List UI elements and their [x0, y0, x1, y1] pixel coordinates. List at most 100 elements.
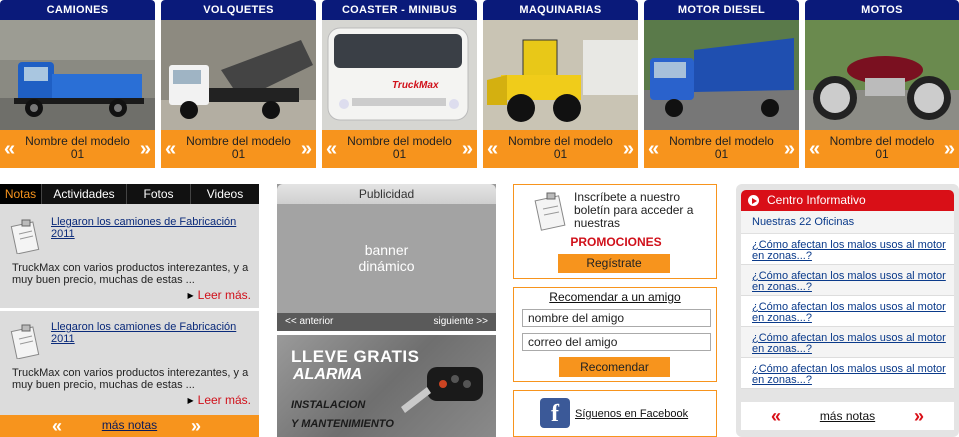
news-body: TruckMax con varios productos interezant…: [12, 262, 249, 286]
recommend-button[interactable]: Recomendar: [559, 357, 670, 377]
document-icon: [10, 219, 40, 254]
info-center-title: Centro Informativo: [767, 193, 866, 207]
facebook-box: f Síguenos en Facebook: [513, 390, 717, 437]
product-model-bar: « Nombre del modelo 01 »: [644, 130, 799, 168]
prev-arrow-icon[interactable]: «: [4, 139, 15, 159]
product-card-coaster[interactable]: COASTER - MINIBUS TruckMax « Nombre del …: [322, 0, 477, 170]
product-title[interactable]: MAQUINARIAS: [483, 0, 638, 20]
prev-arrow-icon[interactable]: «: [165, 139, 176, 159]
product-title[interactable]: COASTER - MINIBUS: [322, 0, 477, 20]
info-item-link[interactable]: ¿Cómo afectan los malos usos al motor en…: [741, 327, 954, 358]
offices-link[interactable]: Nuestras 22 Oficinas: [741, 211, 954, 234]
read-more-link[interactable]: Leer más.: [187, 393, 251, 407]
truckmax-logo: TruckMax: [392, 80, 439, 91]
product-model-label: Nombre del modelo 01: [669, 134, 774, 161]
product-model-label: Nombre del modelo 01: [508, 134, 613, 161]
product-model-label: Nombre del modelo 01: [829, 134, 935, 161]
info-center-header: Centro Informativo: [741, 190, 954, 211]
news-title-link[interactable]: Llegaron los camiones de Fabricación 201…: [51, 216, 251, 240]
prev-arrow-icon[interactable]: «: [771, 402, 781, 430]
product-card-motos[interactable]: MOTOS « Nombre del modelo 01 »: [805, 0, 959, 170]
document-icon: [10, 324, 40, 359]
product-model-bar: « Nombre del modelo 01 »: [322, 130, 477, 168]
tab-videos[interactable]: Videos: [191, 184, 259, 204]
motorcycle-image[interactable]: [805, 20, 959, 130]
product-model-bar: « Nombre del modelo 01 »: [161, 130, 316, 168]
info-item-link[interactable]: ¿Cómo afectan los malos usos al motor en…: [741, 296, 954, 327]
next-arrow-icon[interactable]: »: [462, 139, 473, 159]
news-body: TruckMax con varios productos interezant…: [12, 367, 249, 391]
ad-title: Publicidad: [277, 184, 496, 204]
product-model-bar: « Nombre del modelo 01 »: [805, 130, 959, 168]
ad-banner[interactable]: banner dinámico: [277, 204, 496, 313]
info-item-link[interactable]: ¿Cómo afectan los malos usos al motor en…: [741, 265, 954, 296]
news-title-link[interactable]: Llegaron los camiones de Fabricación 201…: [51, 321, 251, 345]
news-panel: Notas Actividades Fotos Videos Llegaron …: [0, 184, 259, 437]
alarm-promo-banner[interactable]: LLEVE GRATIS ALARMA INSTALACION Y MANTEN…: [277, 335, 496, 437]
prev-arrow-icon[interactable]: «: [52, 415, 62, 437]
ad-nav: << anterior siguiente >>: [277, 313, 496, 331]
minibus-image[interactable]: TruckMax: [322, 20, 477, 130]
more-news-link[interactable]: más notas: [102, 418, 157, 432]
next-arrow-icon[interactable]: »: [784, 139, 795, 159]
tab-notas[interactable]: Notas: [0, 184, 42, 204]
blue-truck-image[interactable]: [644, 20, 799, 130]
facebook-link[interactable]: Síguenos en Facebook: [575, 408, 688, 420]
play-icon: [748, 195, 759, 206]
prev-arrow-icon[interactable]: «: [487, 139, 498, 159]
product-card-volquetes[interactable]: VOLQUETES « Nombre del modelo 01 »: [161, 0, 316, 170]
next-arrow-icon[interactable]: »: [914, 402, 924, 430]
info-item-link[interactable]: ¿Cómo afectan los malos usos al motor en…: [741, 358, 954, 389]
next-arrow-icon[interactable]: »: [623, 139, 634, 159]
more-news-bar: « más notas »: [0, 415, 259, 437]
dump-truck-image[interactable]: [161, 20, 316, 130]
product-card-camiones[interactable]: CAMIONES « Nombre del modelo 01 »: [0, 0, 155, 170]
prev-arrow-icon[interactable]: «: [809, 139, 820, 159]
newsletter-text: Inscríbete a nuestro boletín para accede…: [574, 190, 694, 230]
recommend-box: Recomendar a un amigo Recomendar: [513, 287, 717, 382]
ad-panel: Publicidad banner dinámico << anterior s…: [277, 184, 496, 331]
product-title[interactable]: MOTOR DIESEL: [644, 0, 799, 20]
product-card-maquinarias[interactable]: MAQUINARIAS « Nombre del modelo 01 »: [483, 0, 638, 170]
info-center-panel: Centro Informativo Nuestras 22 Oficinas …: [736, 184, 959, 437]
info-more-bar: « más notas »: [741, 402, 954, 430]
product-model-label: Nombre del modelo 01: [186, 134, 291, 161]
next-arrow-icon[interactable]: »: [140, 139, 151, 159]
info-item-link[interactable]: ¿Cómo afectan los malos usos al motor en…: [741, 234, 954, 265]
next-arrow-icon[interactable]: »: [944, 139, 955, 159]
friend-email-field[interactable]: [522, 333, 711, 351]
prev-ad-link[interactable]: << anterior: [285, 313, 333, 331]
product-card-motor-diesel[interactable]: MOTOR DIESEL « Nombre del modelo 01 »: [644, 0, 799, 170]
promo-label: PROMOCIONES: [570, 235, 662, 249]
read-more-link[interactable]: Leer más.: [187, 288, 251, 302]
document-icon: [534, 192, 566, 231]
news-item: Llegaron los camiones de Fabricación 201…: [0, 206, 259, 306]
tab-fotos[interactable]: Fotos: [127, 184, 191, 204]
info-center-list: Nuestras 22 Oficinas ¿Cómo afectan los m…: [741, 211, 954, 389]
news-tabs: Notas Actividades Fotos Videos: [0, 184, 259, 204]
next-ad-link[interactable]: siguiente >>: [434, 313, 489, 331]
friend-name-field[interactable]: [522, 309, 711, 327]
product-model-bar: « Nombre del modelo 01 »: [483, 130, 638, 168]
recommend-title: Recomendar a un amigo: [549, 290, 681, 304]
product-model-label: Nombre del modelo 01: [25, 134, 130, 161]
product-title[interactable]: VOLQUETES: [161, 0, 316, 20]
prev-arrow-icon[interactable]: «: [648, 139, 659, 159]
loader-image[interactable]: [483, 20, 638, 130]
product-model-bar: « Nombre del modelo 01 »: [0, 130, 155, 168]
product-title[interactable]: CAMIONES: [0, 0, 155, 20]
tab-actividades[interactable]: Actividades: [42, 184, 127, 204]
product-strip: CAMIONES « Nombre del modelo 01 » VOLQUE…: [0, 0, 959, 170]
banner-line-1: banner: [364, 242, 409, 258]
product-title[interactable]: MOTOS: [805, 0, 959, 20]
next-arrow-icon[interactable]: »: [191, 415, 201, 437]
next-arrow-icon[interactable]: »: [301, 139, 312, 159]
prev-arrow-icon[interactable]: «: [326, 139, 337, 159]
register-button[interactable]: Regístrate: [558, 254, 670, 273]
product-model-label: Nombre del modelo 01: [347, 134, 452, 161]
facebook-icon[interactable]: f: [540, 398, 570, 428]
promo-line-3: INSTALACION: [291, 399, 366, 411]
promo-line-2: ALARMA: [293, 366, 363, 383]
truck-image[interactable]: [0, 20, 155, 130]
info-more-link[interactable]: más notas: [820, 409, 875, 423]
